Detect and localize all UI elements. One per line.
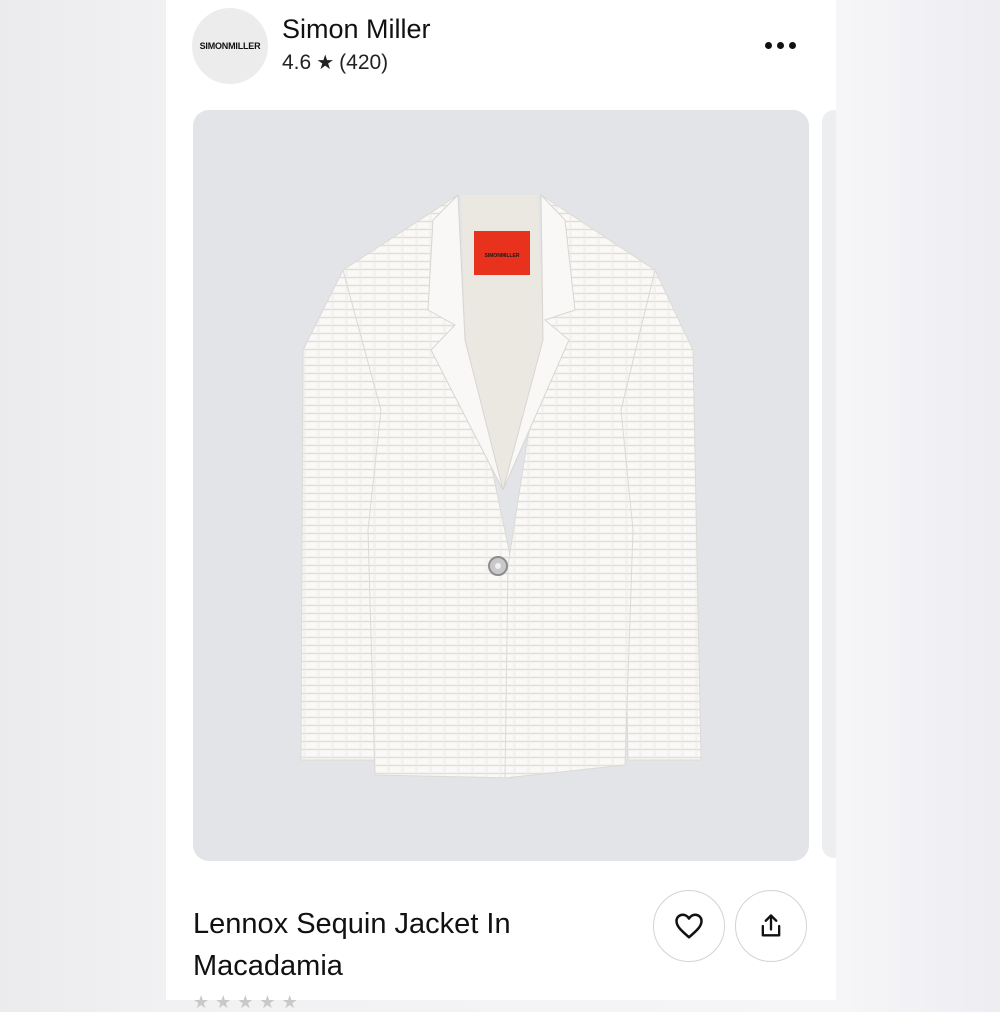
shop-name[interactable]: Simon Miller (282, 14, 431, 45)
review-count: (420) (339, 50, 389, 74)
shop-avatar-logo-text: SIMONMILLER (199, 41, 261, 51)
more-options-icon[interactable] (758, 34, 802, 56)
next-image-peek[interactable] (822, 110, 836, 858)
share-icon (761, 914, 781, 937)
listing-card: SIMONMILLER Simon Miller 4.6 ★ (420) SIM… (166, 0, 836, 1011)
product-image[interactable]: SIMONMILLER (193, 110, 809, 861)
star-icon: ★ (215, 992, 232, 1012)
shop-avatar[interactable]: SIMONMILLER (192, 8, 268, 84)
favorite-button[interactable] (653, 890, 725, 962)
star-icon: ★ (237, 992, 254, 1012)
heart-icon (675, 913, 703, 939)
star-icon: ★ (281, 992, 298, 1012)
rating-value: 4.6 (282, 50, 312, 74)
review-stars: ★ ★ ★ ★ ★ (193, 993, 298, 1011)
star-icon: ★ (259, 992, 276, 1012)
shop-rating: 4.6 ★ (420) (282, 50, 388, 75)
jacket-illustration: SIMONMILLER (300, 193, 702, 779)
star-icon: ★ (316, 52, 335, 74)
product-title: Lennox Sequin Jacket In Macadamia (193, 908, 511, 982)
star-icon: ★ (193, 992, 210, 1012)
brand-label-text: SIMONMILLER (485, 253, 520, 259)
share-button[interactable] (735, 890, 807, 962)
